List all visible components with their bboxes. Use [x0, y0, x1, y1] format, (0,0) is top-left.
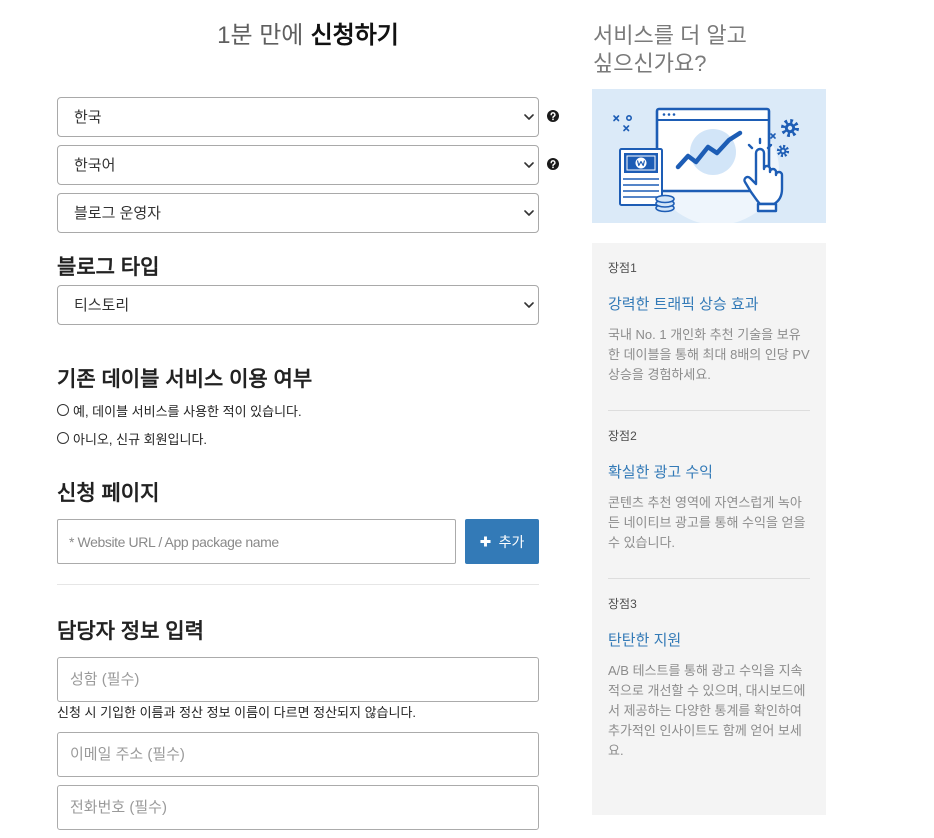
question-circle-icon[interactable]	[547, 110, 559, 122]
name-notice: 신청 시 기입한 이름과 정산 정보 이름이 다르면 정산되지 않습니다.	[57, 705, 417, 720]
benefit-title: 탄탄한 지원	[608, 632, 682, 649]
help-icon-dot	[552, 166, 554, 169]
sidebar-heading: 서비스를 더 알고 싶으신가요?	[593, 23, 747, 76]
banknote-seal	[635, 157, 647, 169]
coins-icon	[655, 194, 675, 213]
coin	[655, 194, 675, 204]
add-page-button[interactable]: 추가	[465, 519, 539, 564]
add-button-label: 추가	[498, 533, 525, 550]
role-select-wrapper: 블로그 운영자	[57, 193, 539, 233]
benefit-title: 확실한 광고 수익	[608, 464, 713, 481]
gear-hole	[781, 149, 785, 153]
contact-heading: 담당자 정보 입력	[57, 620, 204, 643]
website-url-input[interactable]	[57, 519, 456, 564]
benefit-item: 장점2 확실한 광고 수익 콘텐츠 추천 영역에 자연스럽게 녹아든 네이티브 …	[608, 410, 810, 553]
benefit-item: 장점1 강력한 트래픽 상승 효과 국내 No. 1 개인화 추천 기술을 보유…	[608, 259, 810, 385]
role-select[interactable]: 블로그 운영자	[57, 193, 539, 233]
radio-existing-user[interactable]	[57, 404, 69, 416]
existing-service-heading: 기존 데이블 서비스 이용 여부	[57, 368, 313, 391]
site-heading: 신청 페이지	[57, 482, 160, 505]
money-stack-icon	[619, 148, 663, 206]
benefit-description: 콘텐츠 추천 영역에 자연스럽게 녹아든 네이티브 광고를 통해 수익을 얻을 …	[608, 495, 806, 550]
phone-input[interactable]	[57, 785, 539, 830]
blog-type-heading: 블로그 타입	[57, 256, 160, 279]
help-icon-dot	[552, 118, 554, 121]
monitor-dot	[667, 113, 671, 116]
blog-type-select-wrapper: 티스토리	[57, 285, 539, 325]
monitor-dot	[672, 113, 676, 116]
radio-label-new-user: 아니오, 신규 회원입니다.	[73, 431, 208, 447]
benefit-title: 강력한 트래픽 상승 효과	[608, 296, 759, 313]
benefit-description: A/B 테스트를 통해 광고 수익을 지속적으로 개선할 수 있으며, 대시보드…	[608, 663, 806, 758]
country-select[interactable]: 한국	[57, 97, 539, 137]
name-input[interactable]	[57, 657, 539, 702]
benefit-label: 장점3	[608, 597, 637, 611]
benefit-description: 국내 No. 1 개인화 추천 기술을 보유한 데이블을 통해 최대 8배의 인…	[608, 327, 810, 382]
language-select-wrapper: 한국어	[57, 145, 539, 185]
benefit-item: 장점3 탄탄한 지원 A/B 테스트를 통해 광고 수익을 지속적으로 개선할 …	[608, 578, 810, 761]
form-title-emphasis: 신청하기	[310, 22, 399, 49]
gear-hole	[787, 125, 793, 131]
sidebar: 서비스를 더 알고 싶으신가요? 장점1 강력한 트래픽 상승 효과 국내 No…	[592, 0, 826, 838]
benefit-label: 장점2	[608, 429, 637, 443]
analytics-illustration	[592, 89, 826, 223]
benefits-panel: 장점1 강력한 트래픽 상승 효과 국내 No. 1 개인화 추천 기술을 보유…	[592, 243, 826, 815]
question-circle-icon[interactable]	[547, 158, 559, 170]
form-title-prefix: 1분 만에	[217, 22, 304, 49]
blog-type-select[interactable]: 티스토리	[57, 285, 539, 325]
benefit-label: 장점1	[608, 261, 637, 275]
plus-icon	[480, 536, 491, 547]
signup-form: 1분 만에 신청하기 한국 한국어 블로그 운영자 블로그 타입 티스토리 기존…	[57, 0, 559, 838]
hand-cuff	[756, 202, 778, 213]
plus-icon-path	[480, 536, 491, 547]
form-divider	[57, 584, 539, 585]
radio-option-existing-user[interactable]: 예, 데이블 서비스를 사용한 적이 있습니다.	[57, 401, 302, 419]
radio-new-user[interactable]	[57, 432, 69, 444]
monitor-dot	[662, 113, 666, 116]
language-select[interactable]: 한국어	[57, 145, 539, 185]
form-title: 1분 만에 신청하기	[57, 20, 559, 52]
email-input[interactable]	[57, 732, 539, 777]
radio-label-existing-user: 예, 데이블 서비스를 사용한 적이 있습니다.	[73, 403, 302, 419]
radio-option-new-user[interactable]: 아니오, 신규 회원입니다.	[57, 429, 207, 447]
country-select-wrapper: 한국	[57, 97, 539, 137]
